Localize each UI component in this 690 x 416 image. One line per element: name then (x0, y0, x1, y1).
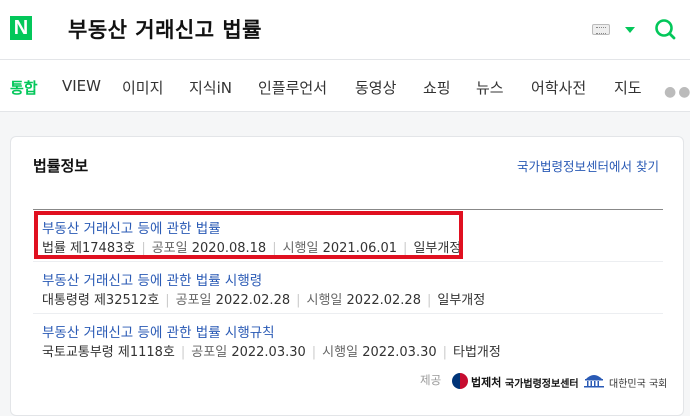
law-title-link[interactable]: 부동산 거래신고 등에 관한 법률 (42, 217, 221, 237)
revision-type: 일부개정 (413, 241, 462, 256)
promulgation-date: 2022.03.30 (231, 345, 306, 360)
enforcement-label: 시행일 (322, 345, 359, 360)
enforcement-date: 2021.06.01 (322, 241, 398, 256)
law-meta: 국토교통부령 제1118호 | 공포일 2022.03.30 | 시행일 2022.03… (42, 345, 501, 360)
list-item: 부동산 거래신고 등에 관한 법률 시행령 대통령령 제32512호 | 공포일 2… (33, 265, 663, 319)
law-meta: 대통령령 제32512호 | 공포일 2022.02.28 | 시행일 2022.02.… (42, 293, 486, 308)
row-separator (33, 261, 663, 262)
divider (33, 209, 663, 210)
naver-logo[interactable]: N (10, 16, 32, 40)
tab-view[interactable]: VIEW (62, 77, 101, 95)
logo-container[interactable]: N (8, 14, 36, 42)
search-tabs: 통합 VIEW 이미지 지식iN 인플루언서 동영상 쇼핑 뉴스 어학사전 지도… (0, 60, 690, 112)
law-title-link[interactable]: 부동산 거래신고 등에 관한 법률 시행령 (42, 269, 262, 289)
law-number: 대통령령 제32512호 (42, 293, 160, 308)
assembly-name[interactable]: 대한민국 국회 (609, 375, 667, 390)
tab-news[interactable]: 뉴스 (476, 77, 504, 98)
tab-shopping[interactable]: 쇼핑 (423, 77, 451, 98)
moleg-search-link[interactable]: 국가법령정보센터에서 찾기 (517, 156, 659, 175)
tab-map[interactable]: 지도 (614, 77, 642, 98)
chevron-down-icon[interactable] (625, 27, 635, 33)
tab-influencer[interactable]: 인플루언서 (258, 77, 327, 98)
tab-kin[interactable]: 지식iN (189, 77, 232, 98)
provider-label: 제공 (420, 373, 442, 387)
moleg-sub[interactable]: 국가법령정보센터 (505, 375, 579, 390)
card-title: 법률정보 (33, 157, 89, 175)
list-item: 부동산 거래신고 등에 관한 법률 법률 제17483호 | 공포일 2020.08… (33, 213, 663, 267)
enforcement-label: 시행일 (282, 241, 319, 256)
promulgation-label: 공포일 (175, 293, 212, 308)
list-item: 부동산 거래신고 등에 관한 법률 시행규칙 국토교통부령 제1118호 | 공포일… (33, 317, 663, 371)
keyboard-icon[interactable] (592, 24, 610, 35)
tab-images[interactable]: 이미지 (122, 77, 163, 98)
enforcement-label: 시행일 (306, 293, 343, 308)
moleg-logo-icon[interactable] (452, 373, 468, 389)
search-icon[interactable] (654, 18, 676, 40)
revision-type: 타법개정 (453, 345, 501, 360)
law-meta: 법률 제17483호 | 공포일 2020.08.18 | 시행일 2021.06.01… (42, 241, 462, 256)
more-icon[interactable]: ●●● (664, 84, 690, 100)
search-header: N 부동산 거래신고 법률 (0, 0, 690, 60)
law-number: 법률 제17483호 (42, 241, 136, 256)
promulgation-label: 공포일 (151, 241, 188, 256)
tab-integrated[interactable]: 통합 (10, 77, 38, 98)
enforcement-date: 2022.02.28 (346, 293, 421, 308)
enforcement-date: 2022.03.30 (362, 345, 437, 360)
law-title-link[interactable]: 부동산 거래신고 등에 관한 법률 시행규칙 (42, 321, 275, 341)
law-number: 국토교통부령 제1118호 (42, 345, 175, 360)
promulgation-date: 2022.02.28 (215, 293, 291, 308)
row-separator (33, 313, 663, 314)
revision-type: 일부개정 (437, 293, 486, 308)
assembly-logo-icon[interactable] (583, 372, 605, 388)
promulgation-date: 2020.08.18 (191, 241, 267, 256)
promulgation-label: 공포일 (191, 345, 228, 360)
search-query[interactable]: 부동산 거래신고 법률 (68, 14, 262, 44)
tab-video[interactable]: 동영상 (355, 77, 396, 98)
moleg-name[interactable]: 법제처 (471, 374, 501, 390)
tab-dictionary[interactable]: 어학사전 (531, 77, 586, 98)
